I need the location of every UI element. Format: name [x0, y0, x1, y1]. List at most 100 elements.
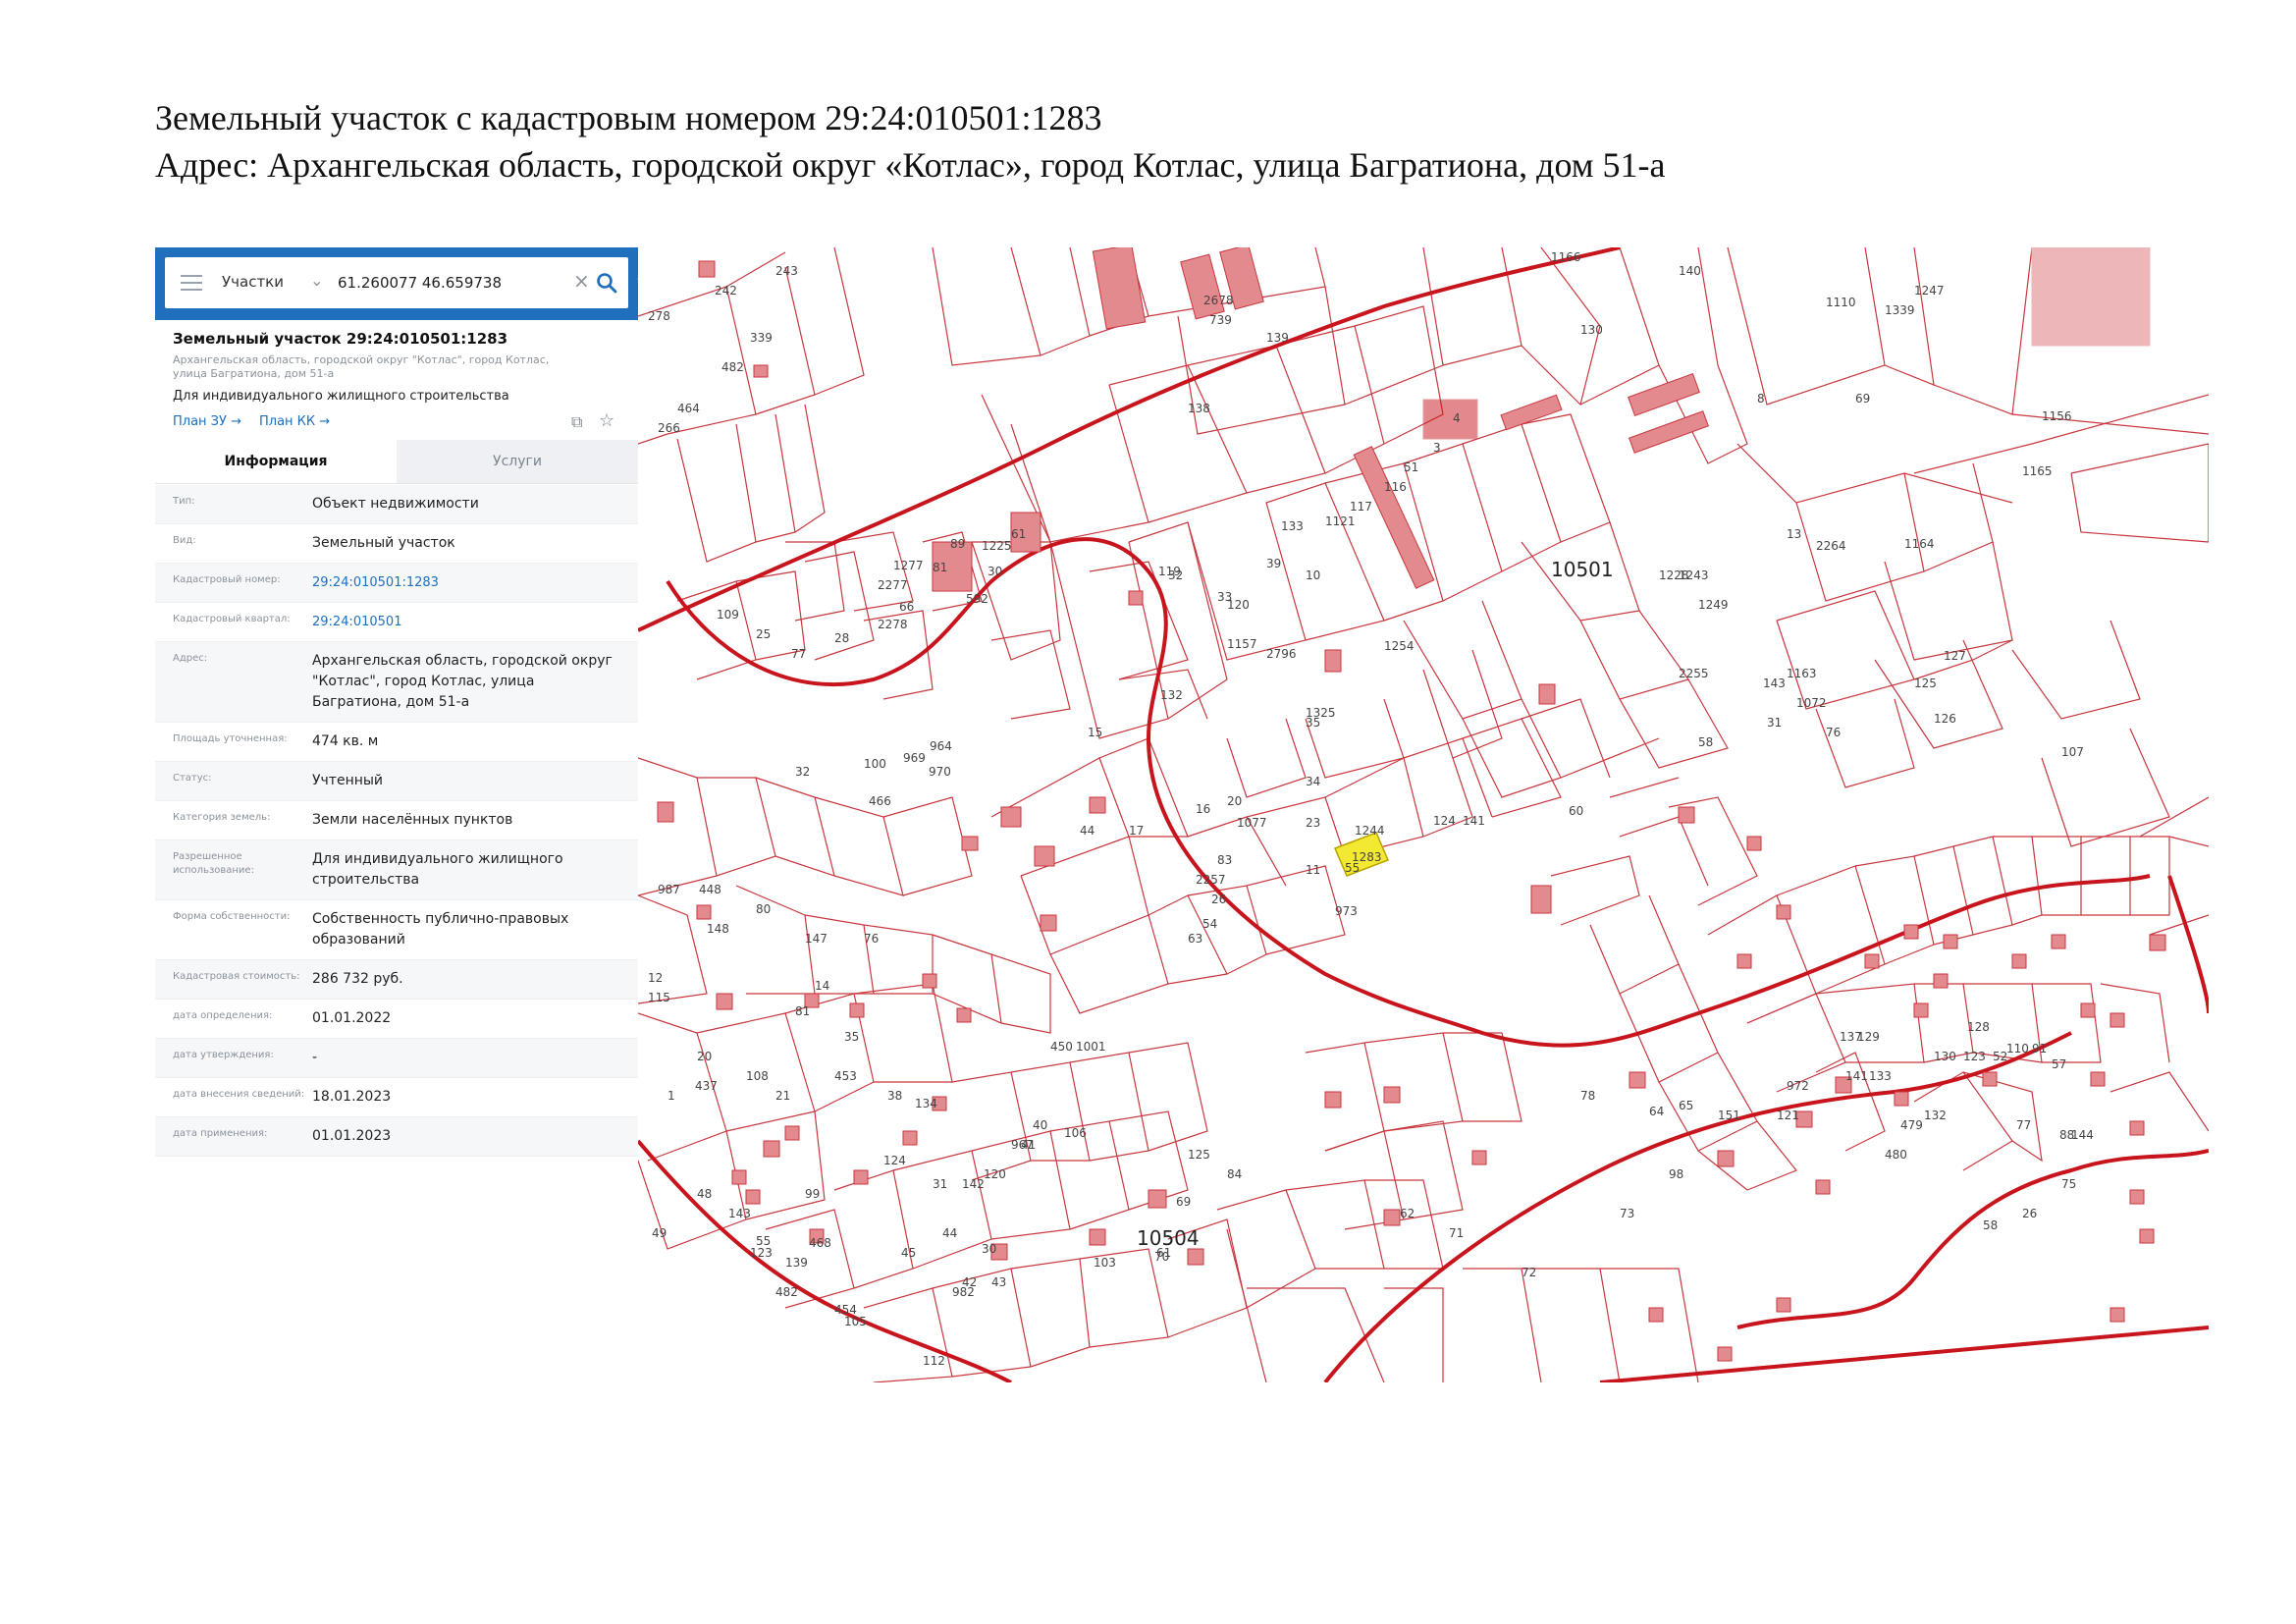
parcel-label: 76: [864, 932, 879, 946]
attribute-value[interactable]: 29:24:010501: [312, 603, 638, 641]
parcel-label: 109: [717, 608, 739, 622]
parcel-label: 143: [728, 1207, 751, 1220]
attribute-value: Собственность публично-правовых образова…: [312, 911, 569, 947]
attribute-key: дата применения:: [173, 1128, 268, 1139]
parcel-label: 106: [1064, 1126, 1087, 1140]
parcel-label: 16: [1196, 802, 1210, 816]
attribute-value: Объект недвижимости: [312, 496, 479, 512]
parcel-label: 970: [929, 765, 951, 779]
attribute-value: 01.01.2022: [312, 1010, 392, 1026]
parcel-label: 1164: [1904, 537, 1935, 551]
parcel-label: 969: [903, 751, 926, 765]
parcel-label: 105: [844, 1315, 867, 1328]
parcel-label: 73: [1620, 1207, 1634, 1220]
parcel-label: 25: [756, 627, 771, 641]
parcel-label: 1165: [2022, 464, 2053, 478]
parcel-label: 108: [746, 1069, 769, 1083]
parcel-label: 964: [930, 739, 952, 753]
tab-information[interactable]: Информация: [155, 440, 397, 483]
attribute-key: Статус:: [173, 773, 212, 784]
parcel-label: 2678: [1203, 294, 1234, 307]
parcel-label: 1001: [1076, 1040, 1106, 1054]
parcel-label: 107: [2061, 745, 2084, 759]
menu-icon[interactable]: [181, 275, 202, 291]
parcel-label: 11: [1306, 863, 1320, 877]
search-box[interactable]: Участки ⌄ 61.260077 46.659738 ×: [165, 257, 628, 308]
info-tabs: Информация Услуги: [155, 440, 638, 484]
attribute-value: Земли населённых пунктов: [312, 812, 513, 828]
parcel-label: 1243: [1679, 568, 1709, 582]
tab-services[interactable]: Услуги: [397, 440, 638, 483]
cadastral-map[interactable]: 243 242 278 339 482 464 266 2678 739 139 1166 130 14…: [638, 247, 2209, 1382]
attribute-key: Кадастровый номер:: [173, 574, 281, 585]
parcel-label: 120: [984, 1167, 1006, 1181]
parcel-label: 100: [864, 757, 886, 771]
parcel-label: 32: [795, 765, 810, 779]
attribute-key: Кадастровый квартал:: [173, 614, 291, 624]
parcel-label: 141: [1845, 1069, 1868, 1083]
parcel-label: 1077: [1237, 816, 1267, 830]
attribute-row: дата применения: 01.01.2023: [155, 1117, 638, 1157]
parcel-label: 242: [715, 284, 737, 298]
measure-icon[interactable]: ⧉: [571, 412, 582, 432]
attribute-value: 474 кв. м: [312, 733, 379, 749]
parcel-label: 52: [1993, 1050, 2007, 1063]
parcel-label: 139: [1266, 331, 1289, 345]
attribute-value[interactable]: 29:24:010501:1283: [312, 564, 638, 602]
parcel-label: 123: [1963, 1050, 1986, 1063]
parcel-label: 134: [915, 1097, 937, 1110]
parcel-label: 132: [1924, 1109, 1947, 1122]
star-icon[interactable]: ☆: [599, 410, 614, 431]
parcel-label: 140: [1679, 264, 1701, 278]
parcel-label: 58: [1698, 735, 1713, 749]
parcel-label: 479: [1900, 1118, 1923, 1132]
object-purpose: Для индивидуального жилищного строительс…: [173, 389, 509, 404]
close-icon[interactable]: ×: [573, 269, 590, 293]
attribute-row: дата утверждения: -: [155, 1039, 638, 1078]
plan-kk-link[interactable]: План КК →: [259, 414, 330, 429]
parcel-label: 130: [1934, 1050, 1956, 1063]
chevron-down-icon[interactable]: ⌄: [310, 271, 323, 290]
parcel-label: 81: [795, 1004, 810, 1018]
attribute-row: Вид: Земельный участок: [155, 524, 638, 564]
search-input[interactable]: 61.260077 46.659738: [338, 274, 502, 292]
parcel-label: 133: [1869, 1069, 1892, 1083]
parcel-label: 482: [721, 360, 744, 374]
attribute-value: 286 732 руб.: [312, 971, 403, 987]
attribute-row: дата внесения сведений: 18.01.2023: [155, 1078, 638, 1117]
parcel-label: 31: [933, 1177, 947, 1191]
map-canvas[interactable]: 2432422783394824642662678739139116613014…: [638, 247, 2209, 1382]
parcel-label: 34: [1306, 775, 1320, 788]
parcel-label: 453: [834, 1069, 857, 1083]
parcel-label: 62: [1400, 1207, 1415, 1220]
parcel-label: 1166: [1551, 250, 1581, 264]
parcel-label: 125: [1188, 1148, 1210, 1162]
selected-parcel-label: 1283: [1352, 850, 1382, 864]
parcel-label: 123: [750, 1246, 773, 1260]
search-bar: Участки ⌄ 61.260077 46.659738 × ‹: [155, 247, 654, 320]
object-info-panel: Участки ⌄ 61.260077 46.659738 × ‹ Земель…: [155, 247, 654, 1157]
parcel-label: 57: [2052, 1057, 2066, 1071]
parcel-label: 2255: [1679, 667, 1709, 680]
parcel-label: 2277: [878, 578, 908, 592]
parcel-label: 80: [756, 902, 771, 916]
parcel-label: 83: [1217, 853, 1232, 867]
parcel-label: 480: [1885, 1148, 1907, 1162]
plan-zu-link[interactable]: План ЗУ →: [173, 414, 241, 429]
parcel-label: 2257: [1196, 873, 1226, 887]
object-title: Земельный участок 29:24:010501:1283: [173, 330, 508, 348]
parcel-label: 43: [991, 1275, 1006, 1289]
attribute-key: Разрешенное использование:: [173, 851, 254, 876]
parcel-label: 60: [1569, 804, 1583, 818]
parcel-label: 1254: [1384, 639, 1415, 653]
parcel-label: 78: [1580, 1089, 1595, 1103]
parcel-label: 128: [1967, 1020, 1990, 1034]
parcel-label: 115: [648, 991, 670, 1004]
parcel-label: 266: [658, 421, 680, 435]
parcel-label: 972: [1787, 1079, 1809, 1093]
parcel-label: 1156: [2042, 409, 2072, 423]
parcel-label: 144: [2071, 1128, 2094, 1142]
search-icon[interactable]: [595, 271, 618, 295]
layer-select[interactable]: Участки: [222, 273, 284, 291]
parcel-label: 35: [1306, 716, 1320, 730]
